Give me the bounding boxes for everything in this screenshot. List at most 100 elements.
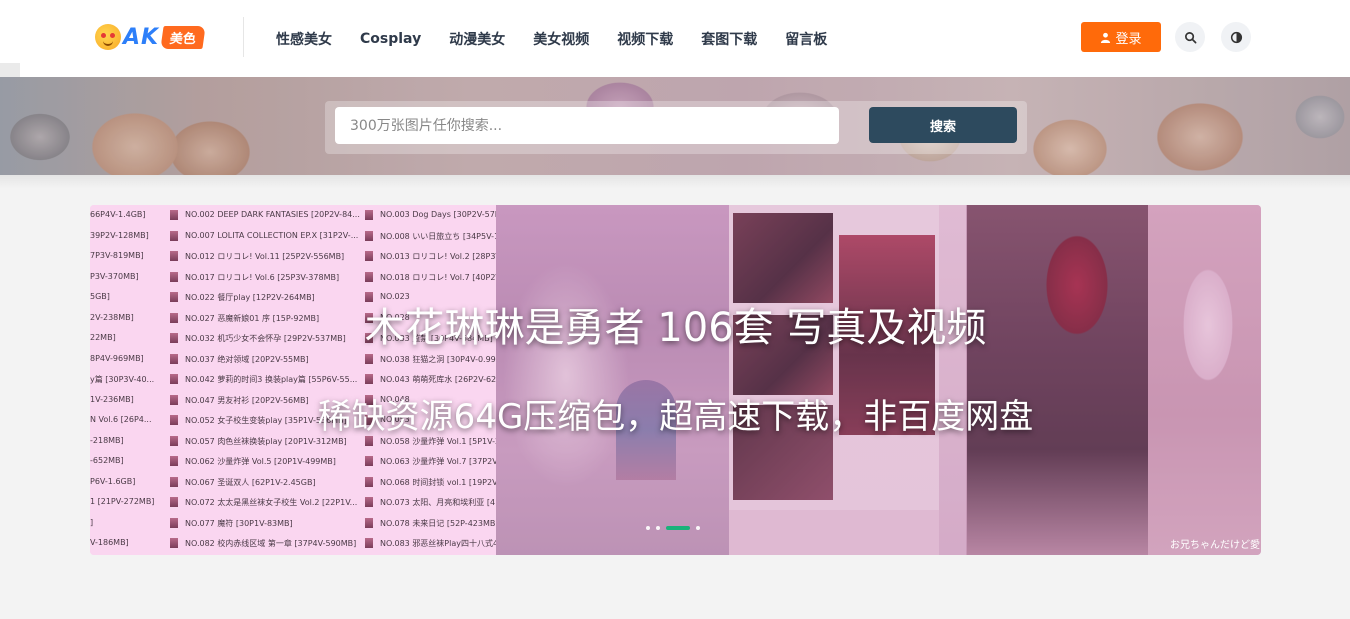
file-icon [365,271,373,282]
list-item-text: NO.067 圣诞双人 [62P1V-2.45GB] [185,477,316,487]
file-icon [365,497,373,507]
list-item-text: NO.078 未来日记 [52P-423MB] [380,518,496,528]
theme-toggle-icon [1230,31,1242,43]
nav-item-sexy[interactable]: 性感美女 [262,29,346,49]
list-item-text: NO.082 校内赤线区域 第一章 [37P4V-590MB] [185,539,357,548]
list-item-text: NO.037 绝对领域 [20P2V-55MB] [185,354,309,364]
nav-item-set-download[interactable]: 套图下载 [687,29,771,49]
slide-overlay [496,205,1261,555]
file-icon [365,374,373,384]
list-item: 1 [21PV-272MB] NO.072 太太是黑丝袜女子校生 Vol.2 [2… [90,492,496,512]
list-item-text: P6V-1.6GB] [90,476,136,486]
file-icon [365,353,373,364]
file-icon [170,353,178,364]
list-item-text: NO.043 萌萌死库水 [26P2V-62M [380,375,496,384]
search-toggle-button[interactable] [1175,22,1205,52]
list-item-text: 1 [21PV-272MB] [90,497,155,506]
list-item-text: 7P3V-819MB] [90,251,144,260]
slide-file-list-image: 66P4V-1.4GB] NO.002 DEEP DARK FANTASIES [… [90,205,496,555]
file-icon [170,538,178,548]
file-icon [365,538,373,548]
list-item-text: NO.013 ロリコレ! Vol.2 [28P3V [380,252,496,261]
featured-slider[interactable]: 66P4V-1.4GB] NO.002 DEEP DARK FANTASIES [… [90,205,1261,555]
slide-title[interactable]: 木花琳琳是勇者 106套 写真及视频 [90,295,1261,353]
list-item: 7P3V-819MB] NO.012 ロリコレ! Vol.11 [25P2V-55… [90,246,496,266]
file-icon [170,251,178,261]
list-item-text: NO.062 沙量炸弹 Vol.5 [20P1V-499MB] [185,457,336,466]
file-icon [170,210,178,220]
slider-dot[interactable] [666,526,690,530]
nav-item-videos[interactable]: 美女视频 [519,29,603,49]
header-divider [243,17,244,57]
list-item-text: 66P4V-1.4GB] [90,210,146,219]
file-icon [365,210,373,220]
list-item: ] NO.077 魔符 [30P1V-83MB] NO.078 未来日记 [52P-… [90,513,496,533]
file-icon [365,517,373,528]
list-item-text: NO.012 ロリコレ! Vol.11 [25P2V-556MB] [185,252,345,261]
list-item: V-186MB] NO.082 校内赤线区域 第一章 [37P4V-590MB] N… [90,533,496,553]
list-item-text: NO.008 いい日旅立ち [34P5V-19 [380,231,496,241]
slider-dot[interactable] [646,526,650,530]
list-item-text: NO.007 LOLITA COLLECTION EP.X [31P2V-... [185,230,359,240]
list-item-text: NO.073 太阳、月亮和埃利亚 [41P [380,498,496,507]
search-input[interactable] [335,107,839,144]
file-icon [170,497,178,507]
file-icon [365,476,373,487]
file-icon [365,251,373,261]
list-item-text: NO.018 ロリコレ! Vol.7 [40P2V [380,272,496,282]
list-item-text: P3V-370MB] [90,271,139,281]
file-icon [170,271,178,282]
user-icon [1101,32,1111,43]
login-label: 登录 [1115,31,1142,47]
list-item: P3V-370MB] NO.017 ロリコレ! Vol.6 [25P3V-378M… [90,267,496,287]
file-icon [170,456,178,466]
search-button[interactable]: 搜索 [869,107,1017,143]
list-item-text: NO.077 魔符 [30P1V-83MB] [185,518,293,528]
file-icon [365,456,373,466]
list-item-text: NO.072 太太是黑丝袜女子校生 Vol.2 [22P1V... [185,498,358,507]
list-item-text: ] [90,517,94,527]
list-item: 66P4V-1.4GB] NO.002 DEEP DARK FANTASIES [… [90,205,496,225]
list-item-text: 39P2V-128MB] [90,230,149,240]
list-item-text: NO.063 沙量炸弹 Vol.7 [37P2V-1 [380,457,496,466]
site-logo[interactable]: AK 美色 [95,24,206,50]
file-icon [170,517,178,528]
side-edge-tab [0,63,20,77]
file-icon [170,230,178,241]
list-item-text: NO.038 狂猫之洞 [30P4V-0.99GE [380,354,496,364]
slider-dot[interactable] [696,526,700,530]
banner-shadow [0,175,1350,189]
slider-pagination [646,525,700,531]
list-item-text: NO.083 邪恶丝袜Play四十八式4 [E [380,539,496,548]
slider-dot[interactable] [656,526,660,530]
logo-tag: 美色 [160,25,206,49]
nav-item-anime[interactable]: 动漫美女 [435,29,519,49]
list-item-text: NO.002 DEEP DARK FANTASIES [20P2V-84... [185,210,360,219]
list-item: y篇 [30P3V-40... NO.042 萝莉的时间3 换装play篇 [55… [90,369,496,389]
nav-item-video-download[interactable]: 视频下载 [603,29,687,49]
theme-toggle-button[interactable] [1221,22,1251,52]
list-item-text: -652MB] [90,456,124,465]
site-header: AK 美色 性感美女 Cosplay 动漫美女 美女视频 视频下载 套图下载 留… [0,0,1350,77]
nav-item-cosplay[interactable]: Cosplay [346,31,435,47]
nav-item-guestbook[interactable]: 留言板 [771,29,841,49]
main-nav: 性感美女 Cosplay 动漫美女 美女视频 视频下载 套图下载 留言板 [262,0,841,77]
list-item: P6V-1.6GB] NO.067 圣诞双人 [62P1V-2.45GB] NO.0… [90,472,496,492]
list-item: 39P2V-128MB] NO.007 LOLITA COLLECTION EP.… [90,226,496,246]
list-item-text: NO.068 时间封锁 vol.1 [19P2V-1 [380,477,496,487]
list-item-text: y篇 [30P3V-40... [90,375,155,384]
list-item: -652MB] NO.062 沙量炸弹 Vol.5 [20P1V-499MB] NO… [90,451,496,471]
list-item-text: V-186MB] [90,538,129,547]
emoji-logo-icon [95,24,121,50]
list-item-text: 8P4V-969MB] [90,353,144,363]
login-button[interactable]: 登录 [1081,22,1161,52]
file-icon [365,230,373,241]
file-icon [170,374,178,384]
logo-brand-text: AK [123,24,160,50]
slide-subtitle: 稀缺资源64G压缩包，超高速下载，非百度网盘 [317,397,1034,437]
file-icon [170,476,178,487]
list-item-text: NO.042 萝莉的时间3 换装play篇 [55P6V-55... [185,375,358,384]
slide-caption: お兄ちゃんだけど愛 [1170,540,1260,551]
search-icon [1184,31,1196,43]
list-item-text: NO.017 ロリコレ! Vol.6 [25P3V-378MB] [185,272,340,282]
